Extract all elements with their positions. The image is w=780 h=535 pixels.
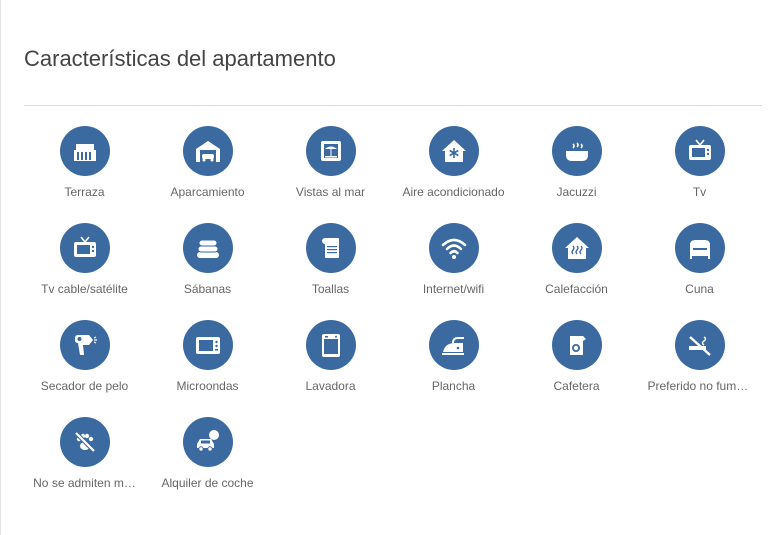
no-smoking-icon	[674, 320, 725, 370]
amenity-item: Vistas al mar	[269, 126, 392, 223]
left-border	[0, 0, 1, 535]
amenity-item: No se admiten m…	[23, 417, 146, 514]
amenity-item: Calefacción	[515, 223, 638, 320]
amenity-label: Tv cable/satélite	[41, 282, 128, 296]
title-divider	[24, 105, 762, 106]
coffee-maker-icon	[551, 320, 602, 370]
amenity-item: Secador de pelo	[23, 320, 146, 417]
amenity-item: Plancha	[392, 320, 515, 417]
no-pets-icon	[59, 417, 110, 467]
amenity-item: Terraza	[23, 126, 146, 223]
amenity-item: Tv cable/satélite	[23, 223, 146, 320]
wifi-icon	[428, 223, 479, 273]
towels-icon	[305, 223, 356, 273]
amenity-item: Jacuzzi	[515, 126, 638, 223]
amenity-label: Preferido no fuma…	[647, 379, 752, 393]
amenity-label: Vistas al mar	[295, 185, 366, 199]
heating-icon	[551, 223, 602, 273]
amenity-item: Cafetera	[515, 320, 638, 417]
amenity-item: Alquiler de coche	[146, 417, 269, 514]
cable-tv-icon	[59, 223, 110, 273]
amenity-label: No se admiten m…	[33, 476, 136, 490]
air-conditioning-icon	[428, 126, 479, 176]
sea-view-icon	[305, 126, 356, 176]
amenity-label: Cuna	[685, 282, 714, 296]
garage-icon	[182, 126, 233, 176]
section-title: Características del apartamento	[24, 46, 336, 71]
microwave-icon	[182, 320, 233, 370]
amenity-label: Microondas	[176, 379, 239, 393]
amenity-label: Aparcamiento	[170, 185, 245, 199]
amenity-item: Sábanas	[146, 223, 269, 320]
amenity-item: Toallas	[269, 223, 392, 320]
jacuzzi-icon	[551, 126, 602, 176]
amenity-label: Aire acondicionado	[402, 185, 505, 199]
amenity-label: Internet/wifi	[422, 282, 485, 296]
amenity-item: Lavadora	[269, 320, 392, 417]
amenity-label: Cafetera	[553, 379, 600, 393]
amenity-label: Lavadora	[305, 379, 356, 393]
amenity-label: Plancha	[431, 379, 476, 393]
amenity-label: Tv	[692, 185, 707, 199]
amenity-item: Preferido no fuma…	[638, 320, 761, 417]
amenity-item: Tv	[638, 126, 761, 223]
amenity-item: Aire acondicionado	[392, 126, 515, 223]
terrace-icon	[59, 126, 110, 176]
washing-machine-icon	[305, 320, 356, 370]
amenity-item: Aparcamiento	[146, 126, 269, 223]
car-rental-icon	[182, 417, 233, 467]
amenity-label: Sábanas	[183, 282, 232, 296]
amenity-label: Secador de pelo	[40, 379, 129, 393]
amenity-label: Calefacción	[545, 282, 608, 296]
tv-icon	[674, 126, 725, 176]
amenity-label: Toallas	[311, 282, 350, 296]
hair-dryer-icon	[59, 320, 110, 370]
amenity-item: Cuna	[638, 223, 761, 320]
amenity-item: Microondas	[146, 320, 269, 417]
bed-sheets-icon	[182, 223, 233, 273]
amenities-grid: Terraza Aparcamiento Vistas al mar Aire aco…	[23, 126, 761, 514]
amenity-label: Terraza	[64, 185, 105, 199]
amenity-label: Jacuzzi	[556, 185, 597, 199]
iron-icon	[428, 320, 479, 370]
amenity-item: Internet/wifi	[392, 223, 515, 320]
crib-icon	[674, 223, 725, 273]
amenity-label: Alquiler de coche	[161, 476, 254, 490]
